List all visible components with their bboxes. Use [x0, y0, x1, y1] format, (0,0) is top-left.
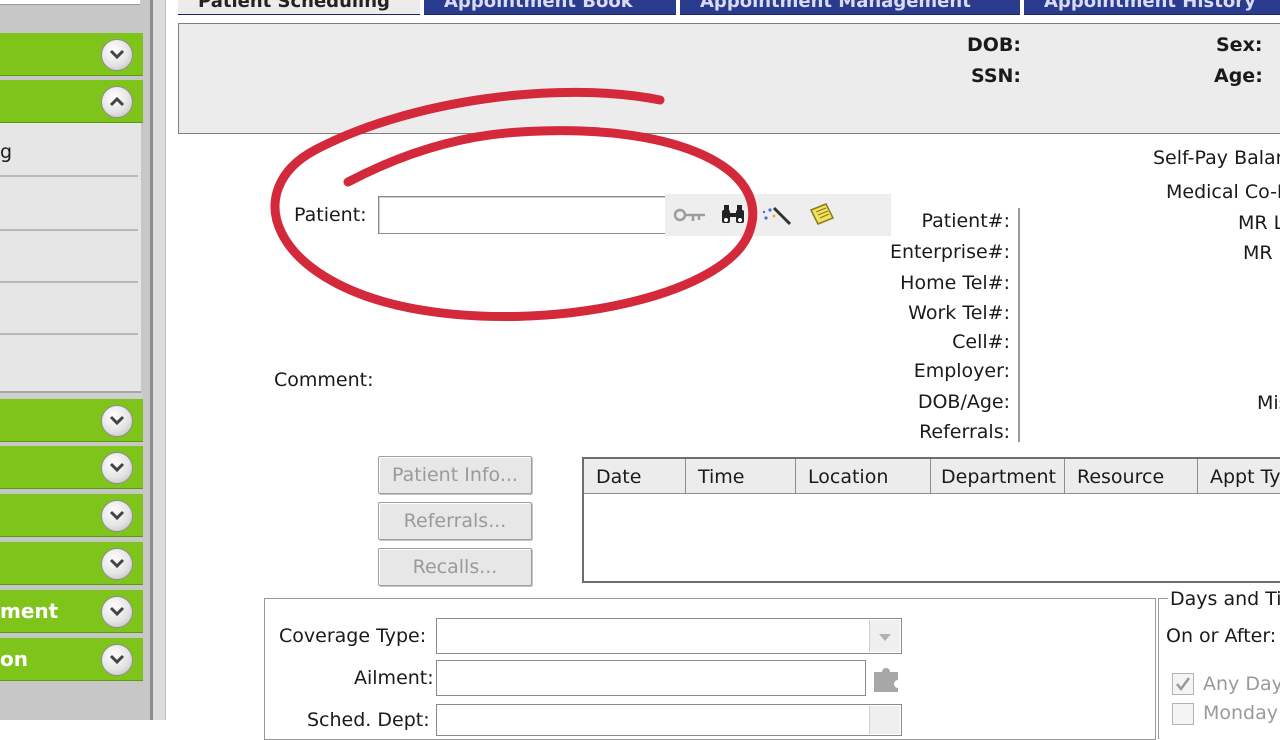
- dropdown-arrow[interactable]: [869, 620, 900, 652]
- on-or-after-label: On or After:: [1166, 625, 1277, 647]
- sidebar-section-3[interactable]: [0, 399, 143, 442]
- enterprise-number-label: Enterprise#:: [889, 241, 1010, 263]
- age-label: Age:: [1214, 65, 1263, 87]
- chevron-down-icon[interactable]: [101, 644, 133, 676]
- dob-age-label: DOB/Age:: [917, 391, 1010, 413]
- sidebar-section-1[interactable]: [0, 33, 143, 76]
- any-day-checkbox[interactable]: [1172, 673, 1194, 695]
- sidebar-item[interactable]: [0, 333, 138, 385]
- sidebar-section-5[interactable]: [0, 494, 143, 537]
- splitter[interactable]: [153, 0, 166, 720]
- chevron-down-icon[interactable]: [101, 39, 133, 71]
- coverage-type-select[interactable]: [436, 618, 902, 654]
- sidebar-section-on[interactable]: on: [0, 638, 143, 681]
- column-header-resource[interactable]: Resource: [1065, 459, 1198, 493]
- column-header-date[interactable]: Date: [584, 459, 686, 493]
- chevron-down-icon[interactable]: [101, 548, 133, 580]
- appointments-grid[interactable]: Date Time Location Department Resource A…: [582, 457, 1280, 583]
- sidebar-item[interactable]: [0, 229, 138, 283]
- sched-dept-label: Sched. Dept:: [307, 709, 430, 731]
- employer-label: Employer:: [913, 360, 1010, 382]
- comment-label: Comment:: [274, 369, 374, 391]
- grid-header: Date Time Location Department Resource A…: [584, 459, 1280, 494]
- chevron-down-icon: [879, 634, 891, 641]
- column-header-location[interactable]: Location: [796, 459, 931, 493]
- dob-label: DOB:: [967, 34, 1022, 56]
- tab-patient-scheduling[interactable]: Patient Scheduling: [178, 0, 420, 15]
- ailment-input[interactable]: [436, 660, 866, 696]
- chevron-up-icon[interactable]: [101, 86, 133, 118]
- sidebar-section-4[interactable]: [0, 446, 143, 489]
- monday-label: Monday: [1203, 702, 1279, 724]
- self-pay-balance-label: Self-Pay Balar: [1153, 147, 1280, 169]
- column-header-appt-type[interactable]: Appt Ty: [1198, 459, 1280, 493]
- mr-label: MR L: [1238, 212, 1280, 234]
- patient-info-button[interactable]: Patient Info...: [378, 456, 532, 494]
- work-tel-label: Work Tel#:: [908, 302, 1010, 324]
- sidebar-section-label: ment: [0, 599, 59, 623]
- tab-appointment-book[interactable]: Appointment Book: [424, 0, 676, 15]
- coverage-type-label: Coverage Type:: [279, 625, 427, 647]
- sex-label: Sex:: [1216, 34, 1263, 56]
- sidebar-search-field[interactable]: [0, 0, 140, 5]
- chevron-down-icon[interactable]: [101, 596, 133, 628]
- ssn-label: SSN:: [971, 65, 1022, 87]
- notepad-icon[interactable]: [808, 202, 836, 228]
- any-day-label: Any Day: [1203, 673, 1280, 695]
- sidebar-expanded-list: g: [0, 123, 141, 393]
- sched-dept-select[interactable]: [436, 704, 902, 736]
- cell-label: Cell#:: [952, 331, 1010, 353]
- chevron-down-icon[interactable]: [101, 452, 133, 484]
- sidebar-section-label: on: [0, 647, 28, 671]
- sidebar-section-management[interactable]: ment: [0, 590, 143, 633]
- info-divider: [1018, 208, 1020, 442]
- column-header-department[interactable]: Department: [931, 459, 1065, 493]
- monday-checkbox[interactable]: [1172, 703, 1194, 725]
- ailment-label: Ailment:: [354, 667, 434, 689]
- sidebar-item-scheduling[interactable]: g: [0, 123, 138, 177]
- puzzle-icon[interactable]: [870, 662, 902, 694]
- sidebar-item[interactable]: [0, 281, 138, 335]
- referrals-button[interactable]: Referrals...: [378, 502, 532, 540]
- annotation-circle: [270, 87, 758, 321]
- days-and-times-title: Days and Ti: [1168, 588, 1280, 610]
- medical-copay-label: Medical Co-P: [1166, 181, 1280, 203]
- sidebar-item[interactable]: [0, 177, 138, 231]
- column-header-time[interactable]: Time: [686, 459, 796, 493]
- chevron-down-icon[interactable]: [101, 405, 133, 437]
- home-tel-label: Home Tel#:: [900, 272, 1010, 294]
- tab-appointment-management[interactable]: Appointment Management: [680, 0, 1020, 15]
- patient-number-label: Patient#:: [921, 210, 1010, 232]
- mr-label: MR I: [1243, 242, 1280, 264]
- checkmark-icon: [1176, 677, 1191, 692]
- misc-label: Mis: [1257, 392, 1280, 414]
- chevron-down-icon[interactable]: [101, 500, 133, 532]
- tab-appointment-history[interactable]: Appointment History: [1024, 0, 1280, 15]
- referrals-label: Referrals:: [919, 421, 1010, 443]
- dropdown-arrow[interactable]: [869, 706, 900, 734]
- sidebar-section-6[interactable]: [0, 542, 143, 585]
- recalls-button[interactable]: Recalls...: [378, 548, 532, 586]
- sidebar-section-2[interactable]: [0, 80, 143, 123]
